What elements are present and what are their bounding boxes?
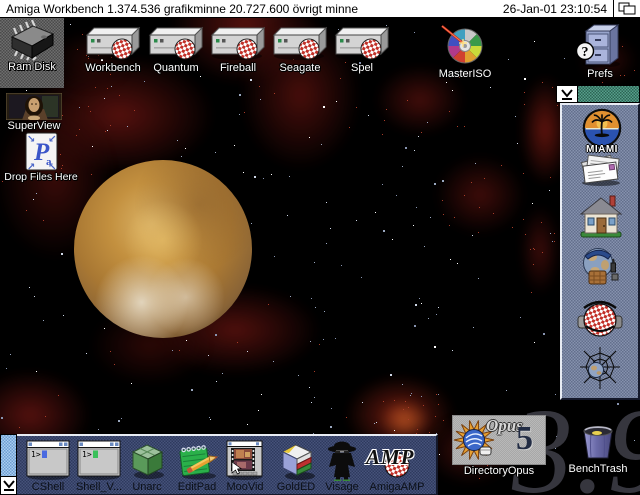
- svg-text:1>: 1>: [82, 450, 92, 459]
- dock-label: Shell_V...: [76, 482, 122, 493]
- dock-item-moovid[interactable]: MooVid: [217, 437, 273, 495]
- dock-label: Unarc: [132, 482, 161, 493]
- disk-drive-icon: [271, 26, 329, 62]
- film-frame-icon: [225, 437, 265, 482]
- screen-depth-gadget[interactable]: [613, 0, 640, 17]
- drop-target-icon: P a ↘↙↗↖: [25, 132, 58, 171]
- svg-text:↗: ↗: [27, 162, 35, 171]
- icon-label: Seagate: [280, 63, 321, 75]
- amp-logo-text: AMP: [366, 445, 415, 470]
- icon-label: MasterISO: [439, 69, 492, 81]
- icon-label: Spel: [351, 63, 373, 75]
- bottom-dock-iconify-gadget[interactable]: [1, 476, 16, 494]
- screen-title-bar: Amiga Workbench 1.374.536 grafikminne 20…: [0, 0, 640, 18]
- workbench-screen: 3.9 Amiga Workbench 1.374.536 grafikminn…: [0, 0, 640, 495]
- iconify-icon: [560, 88, 574, 101]
- trash-bucket-icon: [578, 419, 618, 463]
- mona-lisa-icon: [6, 93, 62, 120]
- dock-item-globe[interactable]: [578, 245, 622, 291]
- opus-version-number: 5: [516, 422, 533, 456]
- icon-label: Quantum: [153, 63, 198, 75]
- opus-logo-box: Opus 5: [452, 415, 546, 465]
- icon-prefs[interactable]: ? Prefs: [568, 21, 632, 81]
- globe-news-icon: [578, 278, 622, 295]
- icon-label: Drop Files Here: [4, 172, 78, 183]
- disk-drive-icon: [209, 26, 267, 62]
- icon-ram-disk[interactable]: Ram Disk: [0, 17, 64, 88]
- right-dock-drag-bar[interactable]: [577, 86, 639, 102]
- svg-text:1>: 1>: [31, 450, 41, 459]
- svg-text:↖: ↖: [48, 162, 56, 171]
- icon-superview[interactable]: SuperView: [2, 93, 66, 133]
- boing-ball-hands-icon: [576, 327, 624, 344]
- bottom-dock-title-bar[interactable]: [0, 434, 17, 495]
- depth-icon: [618, 2, 636, 15]
- right-dock-title-bar: [556, 85, 640, 103]
- disk-drive-icon: [147, 26, 205, 62]
- dock-label: EditPad: [178, 482, 217, 493]
- mail-envelopes-icon: [577, 174, 625, 191]
- dock-item-boing[interactable]: [576, 298, 624, 340]
- dock-label: Visage: [325, 482, 358, 493]
- amp-logo: AMP: [364, 440, 430, 480]
- iconify-icon: [2, 479, 16, 492]
- ram-chip-icon: [6, 19, 58, 61]
- icon-seagate[interactable]: Seagate: [269, 26, 331, 75]
- bottom-dock: 1> CShell 1> Shell_V... Unarc: [17, 434, 438, 495]
- screen-title: Amiga Workbench 1.374.536 grafikminne 20…: [6, 2, 358, 16]
- dock-item-unarc[interactable]: Unarc: [119, 437, 175, 495]
- dock-item-home[interactable]: [577, 192, 625, 238]
- icon-spel[interactable]: Spel: [331, 26, 393, 75]
- dock-label: GoldED: [277, 482, 316, 493]
- colored-cube-icon: [275, 437, 317, 482]
- svg-text:↙: ↙: [48, 134, 56, 145]
- dock-label: CShell: [32, 482, 64, 493]
- icon-quantum[interactable]: Quantum: [145, 26, 207, 75]
- dock-item-mail[interactable]: [577, 151, 625, 187]
- clock-display: 26-Jan-01 23:10:54: [503, 2, 607, 16]
- green-cube-icon: [126, 437, 168, 482]
- right-dock-iconify-gadget[interactable]: [557, 86, 577, 102]
- icon-label: BenchTrash: [569, 464, 628, 476]
- icon-fireball[interactable]: Fireball: [207, 26, 269, 75]
- svg-text:↘: ↘: [27, 134, 35, 145]
- spy-silhouette-icon: [321, 437, 363, 482]
- icon-drop-files[interactable]: P a ↘↙↗↖ Drop Files Here: [0, 132, 82, 183]
- icon-masteriso[interactable]: MasterISO: [428, 24, 502, 81]
- shell-window-icon: 1>: [26, 437, 70, 482]
- icon-label: Workbench: [85, 63, 140, 75]
- dock-item-cshell[interactable]: 1> CShell: [20, 437, 76, 495]
- icon-bench-trash[interactable]: BenchTrash: [556, 419, 640, 476]
- planet-image: [74, 160, 252, 338]
- shell-window-icon: 1>: [77, 437, 121, 482]
- icon-label: DirectoryOpus: [464, 466, 534, 478]
- disk-drive-icon: [333, 26, 391, 62]
- icon-label: Fireball: [220, 63, 256, 75]
- home-icon: [577, 225, 625, 242]
- dock-item-miami[interactable]: MIAMI: [582, 108, 622, 154]
- svg-text:?: ?: [582, 45, 589, 60]
- icon-label: Prefs: [587, 69, 613, 81]
- dock-label: AmigaAMP: [369, 482, 424, 493]
- notepad-pencil-icon: [174, 437, 220, 482]
- dock-item-web[interactable]: [578, 345, 622, 391]
- icon-workbench[interactable]: Workbench: [82, 26, 144, 75]
- icon-directory-opus[interactable]: Opus 5 DirectoryOpus: [452, 415, 546, 478]
- dock-item-amigaamp[interactable]: AMP AmigaAMP: [362, 437, 432, 495]
- right-dock: MIAMI: [560, 103, 640, 400]
- disk-drive-icon: [84, 26, 142, 62]
- icon-label: Ram Disk: [8, 62, 56, 74]
- cd-disc-icon: [440, 24, 490, 68]
- dock-label: MooVid: [226, 482, 263, 493]
- spider-web-icon: [578, 378, 622, 395]
- icon-label: SuperView: [8, 121, 61, 133]
- file-cabinet-icon: ?: [576, 21, 624, 68]
